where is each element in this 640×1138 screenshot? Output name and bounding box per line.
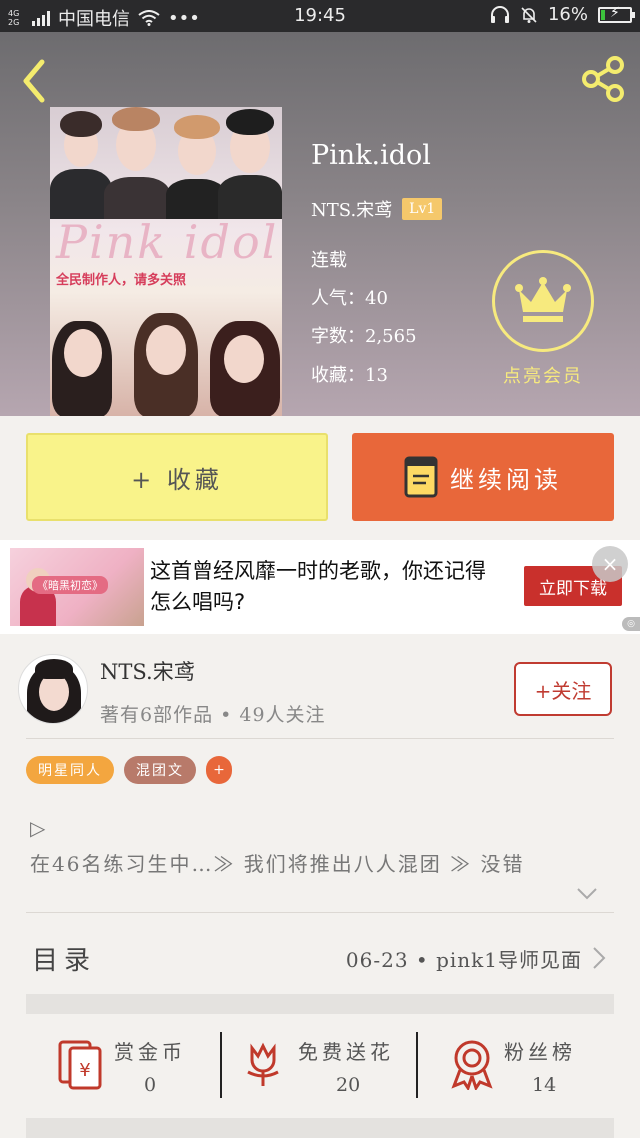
- collect-button[interactable]: + 收藏: [26, 433, 328, 521]
- continue-reading-button[interactable]: 继续阅读: [352, 433, 614, 521]
- author-name[interactable]: NTS.宋鸢: [100, 656, 195, 686]
- cover-subtitle: 全民制作人，请多关照: [56, 273, 187, 288]
- reward-coins-value: 0: [144, 1074, 157, 1096]
- author-avatar[interactable]: [18, 654, 88, 724]
- ad-image-tag: 《暗黑初恋》: [32, 576, 108, 594]
- vip-label: 点亮会员: [503, 366, 583, 387]
- mute-bell-icon: [521, 6, 537, 23]
- tag-idol-fanfic[interactable]: 明星同人: [26, 756, 114, 784]
- book-title: Pink.idol: [311, 140, 431, 171]
- book-cover[interactable]: Pink idol 全民制作人，请多关照: [50, 107, 282, 416]
- status-bar: 4G 2G 中国电信 ••• 19:45 16% ⚡: [0, 0, 640, 32]
- popularity: 人气：40: [311, 288, 388, 309]
- back-icon[interactable]: [16, 56, 52, 106]
- ad-marker-icon: ◎: [622, 617, 640, 631]
- toc-label: 目录: [32, 946, 97, 976]
- follow-button[interactable]: +关注: [514, 662, 612, 716]
- ad-image: 《暗黑初恋》: [10, 548, 144, 626]
- fan-ranking[interactable]: 粉丝榜 14: [450, 1030, 610, 1100]
- free-flowers[interactable]: 免费送花 20: [244, 1030, 414, 1100]
- chevron-right-icon: [593, 947, 606, 969]
- battery-icon: ⚡: [598, 5, 635, 23]
- share-icon[interactable]: [578, 54, 628, 104]
- vip-button[interactable]: 点亮会员: [492, 250, 594, 388]
- play-icon: ▷: [30, 816, 46, 840]
- headset-icon: [490, 5, 509, 23]
- book-header: Pink idol 全民制作人，请多关照 Pink.idol NTS.宋鸢 Lv…: [0, 32, 640, 416]
- latest-chapter: 06-23 • pink1导师见面: [345, 948, 582, 972]
- book-icon: [404, 456, 438, 498]
- tag-mixed-group[interactable]: 混团文: [124, 756, 196, 784]
- word-count: 字数：2,565: [311, 326, 417, 347]
- divider: [416, 1032, 418, 1098]
- chevron-down-icon[interactable]: [576, 886, 598, 902]
- divider: [26, 912, 614, 913]
- red-envelope-icon: ¥: [58, 1040, 102, 1090]
- battery-percent: 16%: [547, 4, 588, 25]
- divider: [220, 1032, 222, 1098]
- svg-text:¥: ¥: [79, 1060, 90, 1081]
- continue-reading-label: 继续阅读: [450, 465, 562, 494]
- fan-ranking-label: 粉丝榜: [504, 1040, 576, 1064]
- section-separator: [26, 1118, 614, 1138]
- level-badge: Lv1: [402, 198, 443, 220]
- section-separator: [26, 994, 614, 1014]
- reward-coins-label: 赏金币: [114, 1040, 186, 1064]
- free-flowers-value: 20: [336, 1074, 361, 1096]
- crown-icon: [492, 250, 594, 352]
- ad-close-icon[interactable]: ×: [592, 546, 628, 582]
- synopsis-text: 在46名练习生中…≫ 我们将推出八人混团 ≫ 没错: [30, 852, 525, 876]
- reward-coins[interactable]: ¥ 赏金币 0: [56, 1030, 216, 1100]
- table-of-contents-row[interactable]: 目录 06-23 • pink1导师见面: [26, 932, 614, 982]
- medal-icon: [451, 1040, 493, 1090]
- divider: [26, 738, 614, 739]
- favorite-count: 收藏：13: [311, 365, 388, 386]
- book-author-row: NTS.宋鸢 Lv1: [311, 196, 443, 222]
- add-tag-button[interactable]: +: [206, 756, 232, 784]
- free-flowers-label: 免费送花: [298, 1040, 394, 1064]
- flower-icon: [247, 1042, 279, 1086]
- fan-ranking-value: 14: [532, 1074, 557, 1096]
- ad-text: 这首曾经风靡一时的老歌，你还记得怎么唱吗?: [150, 559, 486, 614]
- tag-list: 明星同人 混团文 +: [26, 756, 232, 784]
- cover-title: Pink idol: [56, 215, 279, 269]
- book-author[interactable]: NTS.宋鸢: [311, 196, 392, 222]
- serial-status: 连载: [311, 250, 347, 271]
- author-stats: 著有6部作品 • 49人关注: [100, 704, 326, 726]
